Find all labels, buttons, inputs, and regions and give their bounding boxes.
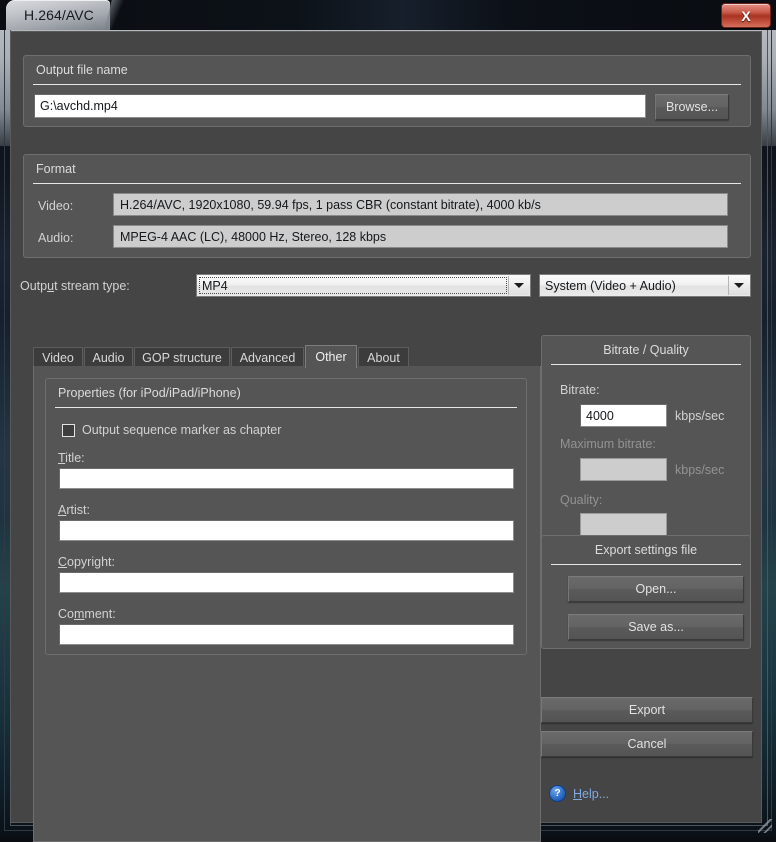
export-settings-group-title: Export settings file bbox=[542, 543, 750, 557]
quality-input bbox=[580, 513, 667, 536]
tab-advanced[interactable]: Advanced bbox=[231, 347, 304, 367]
output-sequence-marker-row[interactable]: Output sequence marker as chapter bbox=[62, 423, 281, 437]
bitrate-unit-label: kbps/sec bbox=[675, 409, 724, 423]
close-icon: X bbox=[741, 9, 750, 23]
help-link[interactable]: ? Help... bbox=[549, 785, 609, 802]
help-label-rest: elp... bbox=[582, 787, 609, 801]
tab-audio[interactable]: Audio bbox=[84, 347, 133, 367]
bitrate-input[interactable]: 4000 bbox=[580, 404, 667, 427]
format-divider bbox=[33, 183, 741, 184]
artist-field-label: Artist: bbox=[58, 503, 90, 517]
stream-type-label-pre: Outp bbox=[20, 279, 47, 293]
tab-panel-other: Properties (for iPod/iPad/iPhone) Output… bbox=[33, 366, 541, 842]
title-bar[interactable]: H.264/AVC X bbox=[0, 0, 776, 30]
tab-other[interactable]: Other bbox=[305, 345, 357, 368]
resize-grip[interactable] bbox=[758, 819, 772, 833]
settings-tabs: Video Audio GOP structure Advanced Other… bbox=[33, 345, 541, 367]
video-label: Video: bbox=[38, 199, 73, 213]
comment-label-rest: ment: bbox=[84, 607, 115, 621]
help-label-accelerator: H bbox=[573, 787, 582, 801]
output-file-input[interactable]: G:\avchd.mp4 bbox=[34, 94, 646, 118]
chevron-down-icon bbox=[734, 283, 744, 288]
bitrate-quality-divider bbox=[551, 364, 741, 365]
chevron-down-icon bbox=[514, 283, 524, 288]
title-input[interactable] bbox=[59, 468, 514, 489]
bitrate-quality-group-title: Bitrate / Quality bbox=[542, 343, 750, 357]
title-field-label: Title: bbox=[58, 451, 85, 465]
stream-mux-dropdown-button[interactable] bbox=[728, 276, 749, 295]
container-format-select[interactable]: MP4 bbox=[196, 274, 531, 297]
artist-input[interactable] bbox=[59, 520, 514, 541]
maximum-bitrate-unit-label: kbps/sec bbox=[675, 463, 724, 477]
comment-field-label: Comment: bbox=[58, 607, 116, 621]
stream-type-label-post: t stream type: bbox=[54, 279, 130, 293]
export-settings-group: Export settings file Open... Save as... bbox=[541, 535, 751, 649]
export-dialog: Output file name G:\avchd.mp4 Browse... … bbox=[10, 31, 762, 823]
open-settings-button[interactable]: Open... bbox=[568, 576, 744, 602]
properties-group-title: Properties (for iPod/iPad/iPhone) bbox=[58, 386, 241, 400]
cancel-button[interactable]: Cancel bbox=[541, 731, 753, 757]
browse-button[interactable]: Browse... bbox=[655, 94, 729, 120]
stream-mux-select[interactable]: System (Video + Audio) bbox=[539, 274, 751, 297]
copyright-input[interactable] bbox=[59, 572, 514, 593]
output-file-divider bbox=[33, 84, 741, 85]
maximum-bitrate-label: Maximum bitrate: bbox=[560, 437, 656, 451]
save-settings-button[interactable]: Save as... bbox=[568, 614, 744, 640]
audio-label: Audio: bbox=[38, 231, 73, 245]
properties-group: Properties (for iPod/iPad/iPhone) Output… bbox=[45, 378, 527, 655]
video-format-value: H.264/AVC, 1920x1080, 59.94 fps, 1 pass … bbox=[113, 193, 728, 216]
properties-divider bbox=[55, 407, 517, 408]
window-title: H.264/AVC bbox=[6, 0, 110, 30]
tab-about[interactable]: About bbox=[358, 347, 409, 367]
format-group: Format Video: H.264/AVC, 1920x1080, 59.9… bbox=[23, 154, 751, 258]
artist-label-rest: rtist: bbox=[66, 503, 90, 517]
output-stream-type-label: Output stream type: bbox=[20, 279, 130, 293]
comment-label-pre: Co bbox=[58, 607, 74, 621]
export-settings-divider bbox=[551, 564, 741, 565]
output-sequence-marker-checkbox[interactable] bbox=[62, 424, 75, 437]
bitrate-quality-group: Bitrate / Quality Bitrate: 4000 kbps/sec… bbox=[541, 335, 751, 551]
tab-video[interactable]: Video bbox=[33, 347, 83, 367]
bitrate-label: Bitrate: bbox=[560, 383, 600, 397]
help-link-label[interactable]: Help... bbox=[573, 787, 609, 801]
maximum-bitrate-input bbox=[580, 458, 667, 481]
output-sequence-marker-label: Output sequence marker as chapter bbox=[82, 423, 281, 437]
output-file-group-title: Output file name bbox=[36, 63, 128, 77]
format-group-title: Format bbox=[36, 162, 76, 176]
title-label-rest: itle: bbox=[65, 451, 84, 465]
tab-gop-structure[interactable]: GOP structure bbox=[134, 347, 230, 367]
container-format-dropdown-button[interactable] bbox=[508, 276, 529, 295]
audio-format-value: MPEG-4 AAC (LC), 48000 Hz, Stereo, 128 k… bbox=[113, 225, 728, 248]
container-format-value: MP4 bbox=[202, 279, 228, 293]
copyright-field-label: Copyright: bbox=[58, 555, 115, 569]
comment-label-accelerator: m bbox=[74, 607, 84, 621]
stream-mux-value: System (Video + Audio) bbox=[545, 279, 676, 293]
comment-input[interactable] bbox=[59, 624, 514, 645]
output-file-group: Output file name G:\avchd.mp4 Browse... bbox=[23, 55, 751, 127]
container-format-focus-ring bbox=[199, 277, 507, 294]
export-button[interactable]: Export bbox=[541, 697, 753, 723]
close-button[interactable]: X bbox=[721, 3, 771, 28]
quality-label: Quality: bbox=[560, 493, 602, 507]
copyright-label-rest: opyright: bbox=[67, 555, 115, 569]
question-mark-icon: ? bbox=[549, 785, 566, 802]
copyright-label-accelerator: C bbox=[58, 555, 67, 569]
